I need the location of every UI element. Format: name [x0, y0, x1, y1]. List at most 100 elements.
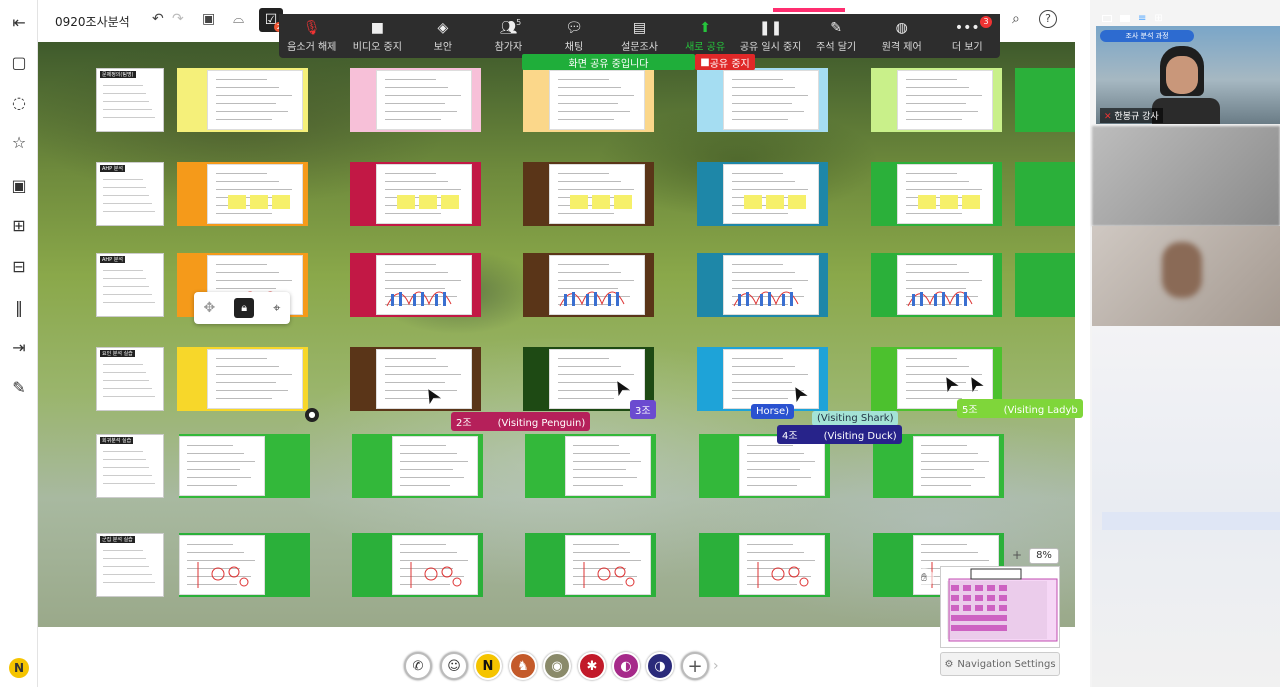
- minimize-icon[interactable]: [1102, 14, 1112, 22]
- focus-icon[interactable]: ⌖: [273, 301, 280, 316]
- exit-icon[interactable]: ⇤: [9, 12, 29, 32]
- avatar-spider-icon[interactable]: ✱: [578, 652, 606, 680]
- star-icon[interactable]: ☆: [9, 132, 29, 152]
- row-label-card[interactable]: 군집 분석 실습: [96, 533, 164, 597]
- help-icon[interactable]: ?: [1039, 10, 1057, 28]
- board-tile[interactable]: [697, 347, 828, 411]
- toolbar-mouse-button[interactable]: ◍ 원격 제어: [869, 14, 935, 58]
- toolbar-participants-button[interactable]: 👥︎ 참가자 5: [476, 14, 542, 58]
- board-tile[interactable]: [179, 434, 310, 498]
- row-label-card[interactable]: 회귀분석 실습: [96, 434, 164, 498]
- board-tile[interactable]: [350, 68, 481, 132]
- board-tile-extra[interactable]: [1015, 162, 1075, 226]
- library-icon[interactable]: ‖: [9, 297, 29, 317]
- board-tile[interactable]: [350, 347, 481, 411]
- speaker-view-icon[interactable]: [1120, 14, 1130, 22]
- zoom-level[interactable]: 8%: [1029, 548, 1059, 564]
- toolbar-pause-button[interactable]: ❚❚ 공유 일시 중지: [738, 14, 804, 58]
- toolbar-more-button[interactable]: ••• 더 보기 3: [934, 14, 1000, 58]
- move-icon[interactable]: ✥: [203, 300, 215, 316]
- board-tile[interactable]: [523, 162, 654, 226]
- toolbar-label: 비디오 중지: [352, 42, 402, 53]
- board-tile[interactable]: [697, 253, 828, 317]
- search-icon[interactable]: ⌕: [1012, 11, 1020, 27]
- avatar-duck-icon[interactable]: ◑: [646, 652, 674, 680]
- lock-icon[interactable]: 🔒︎: [234, 298, 255, 318]
- table-icon[interactable]: ⊟: [9, 256, 29, 276]
- phone-icon[interactable]: ✆: [404, 652, 432, 680]
- gear-icon: ⚙: [944, 658, 954, 670]
- navigation-settings-button[interactable]: ⚙ Navigation Settings: [940, 652, 1060, 676]
- avatar-monkey-icon[interactable]: ◉: [543, 652, 571, 680]
- cursor-name-tag: 4조 (Visiting Duck): [777, 425, 902, 444]
- row-label-card[interactable]: 문제정의(팀명): [96, 68, 164, 132]
- toolbar-video-button[interactable]: ■ 비디오 중지: [345, 14, 411, 58]
- board-tile[interactable]: [697, 68, 828, 132]
- avatar-horse-icon[interactable]: ♞: [509, 652, 537, 680]
- avatar-self[interactable]: N: [474, 652, 502, 680]
- board-tile[interactable]: [177, 162, 308, 226]
- glasses-icon[interactable]: ⌓: [233, 11, 244, 27]
- document-page: [897, 255, 993, 315]
- frame-icon[interactable]: ▣: [202, 11, 215, 27]
- board-tile-extra[interactable]: [1015, 253, 1075, 317]
- toolbar-share-button[interactable]: ⬆ 새로 공유: [672, 14, 738, 58]
- zoom-in-icon[interactable]: +: [1012, 548, 1022, 562]
- board-tile[interactable]: [523, 68, 654, 132]
- pencil-icon[interactable]: ✎: [9, 377, 29, 397]
- board-tile[interactable]: [177, 68, 308, 132]
- gallery-view-icon[interactable]: ≡: [1138, 13, 1146, 24]
- sticky-note-icon[interactable]: ▢: [9, 52, 29, 72]
- pen-icon: ✎: [830, 20, 843, 36]
- board-tile[interactable]: [697, 162, 828, 226]
- cursor-suffix: (Visiting Duck): [823, 431, 897, 442]
- row-label-card[interactable]: AHP 분석: [96, 162, 164, 226]
- toolbar-pen-button[interactable]: ✎ 주석 달기: [803, 14, 869, 58]
- toolbar-mic-off-button[interactable]: 🎙︎ 음소거 해제: [279, 14, 345, 58]
- row-label-card[interactable]: 요인 분석 실습: [96, 347, 164, 411]
- speaker-name-text: 한봉규 강사: [1114, 112, 1159, 122]
- sticky-note: [570, 195, 588, 209]
- toolbar-shield-button[interactable]: ◈ 보안: [410, 14, 476, 58]
- cursor-name: Horse): [756, 406, 790, 417]
- grid-view-icon[interactable]: ⊞: [1154, 13, 1162, 24]
- add-collaborator-button[interactable]: +: [681, 652, 709, 680]
- image-icon[interactable]: ▣: [9, 175, 29, 195]
- document-page: [376, 255, 472, 315]
- board-tile[interactable]: [523, 253, 654, 317]
- board-tile[interactable]: [525, 434, 656, 498]
- redo-icon[interactable]: ↷: [172, 11, 184, 27]
- board-tile[interactable]: [350, 253, 481, 317]
- board-title[interactable]: 0920조사분석: [55, 13, 130, 30]
- toolbar-poll-button[interactable]: ▤ 설문조사: [607, 14, 673, 58]
- board-tile[interactable]: [352, 533, 483, 597]
- emoji-icon[interactable]: ☺: [440, 652, 468, 680]
- board-tile[interactable]: [871, 162, 1002, 226]
- hand-icon[interactable]: ✋︎: [914, 568, 934, 588]
- board-tile[interactable]: [699, 533, 830, 597]
- import-icon[interactable]: ⇥: [9, 337, 29, 357]
- chevron-right-icon[interactable]: ›: [713, 658, 719, 674]
- document-page: [897, 70, 993, 130]
- mic-off-icon: 🎙︎: [302, 20, 321, 36]
- toolbar-chat-button[interactable]: 💬︎ 채팅: [541, 14, 607, 58]
- board-tile-extra[interactable]: [1015, 68, 1075, 132]
- stop-share-button[interactable]: ■ 공유 중지: [695, 54, 755, 70]
- comment-icon[interactable]: ◌: [9, 92, 29, 112]
- minimap[interactable]: [940, 566, 1060, 648]
- cursor-name: 3조: [635, 406, 651, 417]
- share-icon: ⬆: [699, 20, 711, 36]
- board-tile[interactable]: [352, 434, 483, 498]
- grid-icon[interactable]: ⊞: [9, 215, 29, 235]
- board-tile[interactable]: [177, 347, 308, 411]
- board-tile[interactable]: [871, 68, 1002, 132]
- board-tile[interactable]: [350, 162, 481, 226]
- row-label-card[interactable]: AHP 분석: [96, 253, 164, 317]
- participant-video-3: [1092, 226, 1280, 326]
- board-tile[interactable]: [179, 533, 310, 597]
- board-tile[interactable]: [525, 533, 656, 597]
- avatar-penguin-icon[interactable]: ◐: [612, 652, 640, 680]
- board-tile[interactable]: [871, 253, 1002, 317]
- undo-icon[interactable]: ↶: [152, 11, 164, 27]
- stop-share-label: 공유 중지: [709, 58, 750, 70]
